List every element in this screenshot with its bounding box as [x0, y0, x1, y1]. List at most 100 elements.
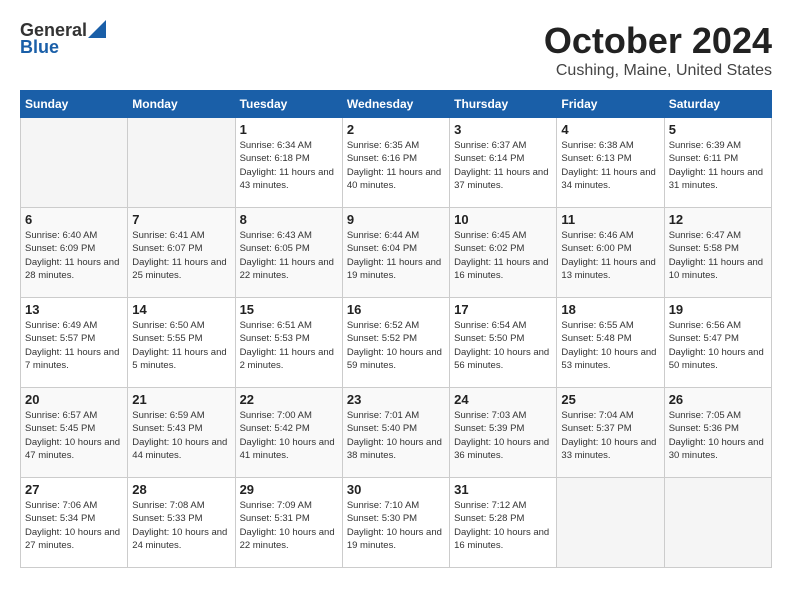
day-info: Sunrise: 7:12 AMSunset: 5:28 PMDaylight:…: [454, 499, 552, 552]
calendar-cell: 31 Sunrise: 7:12 AMSunset: 5:28 PMDayligh…: [450, 478, 557, 568]
calendar-body: 1 Sunrise: 6:34 AMSunset: 6:18 PMDaylight…: [21, 118, 772, 568]
calendar-cell: 29 Sunrise: 7:09 AMSunset: 5:31 PMDayligh…: [235, 478, 342, 568]
day-number: 26: [669, 392, 767, 407]
day-info: Sunrise: 7:10 AMSunset: 5:30 PMDaylight:…: [347, 499, 445, 552]
weekday-header-saturday: Saturday: [664, 91, 771, 118]
calendar-header-row: SundayMondayTuesdayWednesdayThursdayFrid…: [21, 91, 772, 118]
logo-triangle-icon: [88, 20, 106, 38]
day-info: Sunrise: 7:03 AMSunset: 5:39 PMDaylight:…: [454, 409, 552, 462]
weekday-header-wednesday: Wednesday: [342, 91, 449, 118]
day-info: Sunrise: 7:06 AMSunset: 5:34 PMDaylight:…: [25, 499, 123, 552]
calendar-cell: 23Sunrise: 7:01 AMSunset: 5:40 PMDayligh…: [342, 388, 449, 478]
day-number: 15: [240, 302, 338, 317]
day-info: Sunrise: 7:00 AMSunset: 5:42 PMDaylight:…: [240, 409, 338, 462]
day-number: 10: [454, 212, 552, 227]
day-number: 6: [25, 212, 123, 227]
day-info: Sunrise: 6:34 AMSunset: 6:18 PMDaylight:…: [240, 139, 338, 192]
calendar-cell: 3 Sunrise: 6:37 AMSunset: 6:14 PMDaylight…: [450, 118, 557, 208]
calendar-cell: 26Sunrise: 7:05 AMSunset: 5:36 PMDayligh…: [664, 388, 771, 478]
day-number: 1: [240, 122, 338, 137]
calendar-cell: 2 Sunrise: 6:35 AMSunset: 6:16 PMDaylight…: [342, 118, 449, 208]
day-info: Sunrise: 6:41 AMSunset: 6:07 PMDaylight:…: [132, 229, 230, 282]
day-number: 31: [454, 482, 552, 497]
page-header: General Blue October 2024 Cushing, Maine…: [20, 20, 772, 80]
calendar-cell: 15 Sunrise: 6:51 AMSunset: 5:53 PMDayligh…: [235, 298, 342, 388]
calendar-cell: [128, 118, 235, 208]
day-number: 16: [347, 302, 445, 317]
day-info: Sunrise: 6:54 AMSunset: 5:50 PMDaylight:…: [454, 319, 552, 372]
day-number: 4: [561, 122, 659, 137]
day-number: 13: [25, 302, 123, 317]
calendar-cell: 10Sunrise: 6:45 AMSunset: 6:02 PMDayligh…: [450, 208, 557, 298]
day-number: 23: [347, 392, 445, 407]
day-number: 8: [240, 212, 338, 227]
calendar-cell: 17 Sunrise: 6:54 AMSunset: 5:50 PMDayligh…: [450, 298, 557, 388]
logo: General Blue: [20, 20, 106, 58]
day-info: Sunrise: 6:47 AMSunset: 5:58 PMDaylight:…: [669, 229, 767, 282]
calendar-week-row: 1 Sunrise: 6:34 AMSunset: 6:18 PMDaylight…: [21, 118, 772, 208]
day-info: Sunrise: 6:38 AMSunset: 6:13 PMDaylight:…: [561, 139, 659, 192]
calendar-cell: 18 Sunrise: 6:55 AMSunset: 5:48 PMDayligh…: [557, 298, 664, 388]
day-info: Sunrise: 6:37 AMSunset: 6:14 PMDaylight:…: [454, 139, 552, 192]
day-number: 29: [240, 482, 338, 497]
calendar-cell: 28Sunrise: 7:08 AMSunset: 5:33 PMDayligh…: [128, 478, 235, 568]
day-info: Sunrise: 6:56 AMSunset: 5:47 PMDaylight:…: [669, 319, 767, 372]
weekday-header-friday: Friday: [557, 91, 664, 118]
calendar-cell: 21Sunrise: 6:59 AMSunset: 5:43 PMDayligh…: [128, 388, 235, 478]
calendar-week-row: 6 Sunrise: 6:40 AMSunset: 6:09 PMDaylight…: [21, 208, 772, 298]
day-number: 25: [561, 392, 659, 407]
location: Cushing, Maine, United States: [544, 62, 772, 80]
calendar-cell: 16 Sunrise: 6:52 AMSunset: 5:52 PMDayligh…: [342, 298, 449, 388]
calendar-cell: 25Sunrise: 7:04 AMSunset: 5:37 PMDayligh…: [557, 388, 664, 478]
day-info: Sunrise: 6:46 AMSunset: 6:00 PMDaylight:…: [561, 229, 659, 282]
day-number: 22: [240, 392, 338, 407]
calendar-cell: 12 Sunrise: 6:47 AMSunset: 5:58 PMDayligh…: [664, 208, 771, 298]
calendar-cell: [21, 118, 128, 208]
calendar-cell: [664, 478, 771, 568]
calendar-cell: [557, 478, 664, 568]
weekday-header-thursday: Thursday: [450, 91, 557, 118]
day-number: 11: [561, 212, 659, 227]
day-info: Sunrise: 6:59 AMSunset: 5:43 PMDaylight:…: [132, 409, 230, 462]
title-section: October 2024 Cushing, Maine, United Stat…: [544, 20, 772, 80]
day-number: 24: [454, 392, 552, 407]
day-info: Sunrise: 6:57 AMSunset: 5:45 PMDaylight:…: [25, 409, 123, 462]
day-info: Sunrise: 6:40 AMSunset: 6:09 PMDaylight:…: [25, 229, 123, 282]
calendar-cell: 27 Sunrise: 7:06 AMSunset: 5:34 PMDayligh…: [21, 478, 128, 568]
calendar-week-row: 27 Sunrise: 7:06 AMSunset: 5:34 PMDayligh…: [21, 478, 772, 568]
calendar-cell: 9Sunrise: 6:44 AMSunset: 6:04 PMDaylight…: [342, 208, 449, 298]
day-info: Sunrise: 6:44 AMSunset: 6:04 PMDaylight:…: [347, 229, 445, 282]
day-info: Sunrise: 6:43 AMSunset: 6:05 PMDaylight:…: [240, 229, 338, 282]
calendar-cell: 19Sunrise: 6:56 AMSunset: 5:47 PMDayligh…: [664, 298, 771, 388]
day-info: Sunrise: 6:39 AMSunset: 6:11 PMDaylight:…: [669, 139, 767, 192]
calendar-cell: 13Sunrise: 6:49 AMSunset: 5:57 PMDayligh…: [21, 298, 128, 388]
calendar-cell: 7 Sunrise: 6:41 AMSunset: 6:07 PMDaylight…: [128, 208, 235, 298]
day-number: 5: [669, 122, 767, 137]
month-title: October 2024: [544, 20, 772, 62]
day-info: Sunrise: 7:09 AMSunset: 5:31 PMDaylight:…: [240, 499, 338, 552]
day-info: Sunrise: 7:08 AMSunset: 5:33 PMDaylight:…: [132, 499, 230, 552]
day-info: Sunrise: 6:50 AMSunset: 5:55 PMDaylight:…: [132, 319, 230, 372]
weekday-header-monday: Monday: [128, 91, 235, 118]
calendar-cell: 11 Sunrise: 6:46 AMSunset: 6:00 PMDayligh…: [557, 208, 664, 298]
calendar-cell: 5 Sunrise: 6:39 AMSunset: 6:11 PMDaylight…: [664, 118, 771, 208]
day-number: 27: [25, 482, 123, 497]
day-info: Sunrise: 6:35 AMSunset: 6:16 PMDaylight:…: [347, 139, 445, 192]
calendar-cell: 30Sunrise: 7:10 AMSunset: 5:30 PMDayligh…: [342, 478, 449, 568]
day-number: 7: [132, 212, 230, 227]
day-info: Sunrise: 6:52 AMSunset: 5:52 PMDaylight:…: [347, 319, 445, 372]
day-number: 3: [454, 122, 552, 137]
day-number: 18: [561, 302, 659, 317]
weekday-header-sunday: Sunday: [21, 91, 128, 118]
day-number: 12: [669, 212, 767, 227]
day-info: Sunrise: 6:55 AMSunset: 5:48 PMDaylight:…: [561, 319, 659, 372]
day-number: 17: [454, 302, 552, 317]
day-number: 2: [347, 122, 445, 137]
day-info: Sunrise: 6:51 AMSunset: 5:53 PMDaylight:…: [240, 319, 338, 372]
logo-blue-text: Blue: [20, 37, 59, 58]
calendar-week-row: 20Sunrise: 6:57 AMSunset: 5:45 PMDayligh…: [21, 388, 772, 478]
calendar-cell: 1 Sunrise: 6:34 AMSunset: 6:18 PMDaylight…: [235, 118, 342, 208]
calendar-cell: 14Sunrise: 6:50 AMSunset: 5:55 PMDayligh…: [128, 298, 235, 388]
calendar-cell: 4 Sunrise: 6:38 AMSunset: 6:13 PMDaylight…: [557, 118, 664, 208]
calendar-week-row: 13Sunrise: 6:49 AMSunset: 5:57 PMDayligh…: [21, 298, 772, 388]
